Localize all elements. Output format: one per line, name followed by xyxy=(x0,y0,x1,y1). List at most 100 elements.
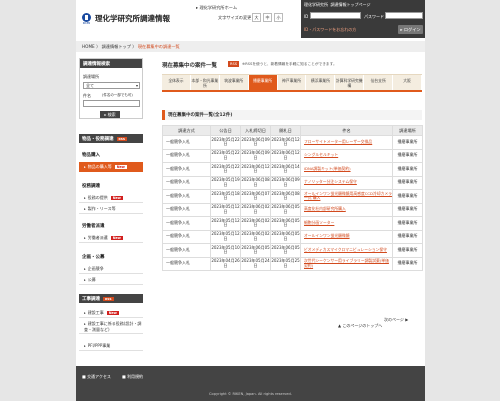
font-large-button[interactable]: 大 xyxy=(252,13,261,22)
cell-subject[interactable]: フローサイトメーター用レーザー交換品 xyxy=(300,135,393,150)
search-title: 調達情報検索 xyxy=(80,59,142,68)
sub-goods: 物品購入 xyxy=(82,153,100,158)
site-title[interactable]: 理化学研究所調達情報 xyxy=(95,13,170,24)
table-row: 一般競争入札 2023年05月12日 2023年06月02日 2023年06月05日高… xyxy=(162,202,423,217)
table-row: 一般競争入札 2023年05月18日 2023年06月07日 2023年06月08日オ… xyxy=(162,189,423,204)
table-row: 一般競争入札 2023年05月10日 2023年06月05日 2023年06月05日ビ… xyxy=(162,243,423,258)
breadcrumb-top[interactable]: 調達情報トップ xyxy=(102,44,131,49)
sidebar-item-competition[interactable]: ▸ 企画競争 xyxy=(79,264,143,274)
arrow-icon: ▸ xyxy=(84,207,86,211)
back-to-top-link[interactable]: ▲ このページのトップへ xyxy=(338,323,382,329)
tab-sendai[interactable]: 仙台支所 xyxy=(364,75,394,90)
cell-deadline: 2023年06月02日 xyxy=(240,229,271,244)
cell-opening-date: 2023年06月12日 xyxy=(270,135,301,150)
sidebar-item-public-offer[interactable]: ▸ 公募 xyxy=(79,275,143,285)
next-page-link[interactable]: 次のページ ▶ xyxy=(384,317,408,323)
sidebar-item-pfi-ppp[interactable]: ▸ PFI/PPP事業 xyxy=(79,341,143,351)
table-header-row: 調達方式 公告日 入札締切日 開札日 件名 調達場所 xyxy=(162,125,423,136)
font-size-label: 文字サイズの変更 xyxy=(218,15,252,20)
cell-method: 一般競争入札 xyxy=(162,229,211,244)
cell-method: 一般競争入札 xyxy=(162,243,211,258)
cell-subject[interactable]: ビオメディカスマイクロマニピュレーション保守 xyxy=(300,243,393,258)
breadcrumb: HOME 〉 調達情報トップ 〉 現在募集中の調達一覧 xyxy=(76,41,425,52)
breadcrumb-home[interactable]: HOME xyxy=(82,44,95,49)
riken-logo[interactable]: RIKEN xyxy=(82,13,91,25)
cell-notice-date: 2023年05月12日 xyxy=(210,229,241,244)
arrow-icon: ▸ xyxy=(84,165,86,169)
tab-tsukuba[interactable]: 筑波事業所 xyxy=(220,75,249,90)
cell-subject[interactable]: 高度化社内部研究所購入 xyxy=(300,202,393,217)
cell-subject[interactable]: 細胞分画ソーター xyxy=(300,216,393,231)
col-opening-date: 開札日 xyxy=(270,125,301,136)
col-deadline: 入札締切日 xyxy=(240,125,271,136)
cell-deadline: 2023年06月12日 xyxy=(240,162,271,177)
new-badge: New xyxy=(110,195,123,201)
cell-deadline: 2023年06月05日 xyxy=(240,243,271,258)
font-medium-button[interactable]: 中 xyxy=(263,13,272,22)
id-input[interactable] xyxy=(310,12,361,19)
font-small-button[interactable]: 小 xyxy=(274,13,283,22)
tab-wako[interactable]: 本部・和光事業所 xyxy=(191,75,220,90)
riken-home-link[interactable]: ▸ 理化学研究所ホーム xyxy=(196,5,237,11)
riken-link[interactable]: 理化学研究所 xyxy=(304,2,328,7)
cell-subject[interactable]: シングルセルキット xyxy=(300,148,393,163)
rss-button[interactable]: RSS xyxy=(228,61,240,67)
tab-aics[interactable]: 計算科学研究機構 xyxy=(335,75,365,90)
table-row: 一般競争入札 2023年05月12日 2023年06月02日 2023年06月05日オ… xyxy=(162,229,423,244)
page: RIKEN 理化学研究所調達情報 ▸ 理化学研究所ホーム 文字サイズの変更 大 … xyxy=(76,0,425,401)
cell-subject[interactable]: オールインワン蛍光顕微鏡 xyxy=(300,229,393,244)
sidebar-item-dispatch[interactable]: ▸ 労働者派遣 New xyxy=(79,233,143,243)
tab-harima[interactable]: 播磨事業所 xyxy=(248,75,278,90)
cell-location: 播磨事業所 xyxy=(392,148,423,163)
sidebar-item-construction-services[interactable]: ▸ 建設工事に係る役務(設計・調査・測量など) xyxy=(79,319,143,334)
cell-subject[interactable]: ナノリッター分注システム保守 xyxy=(300,175,393,190)
footer-access-link[interactable]: ■ 交通アクセス xyxy=(82,374,111,380)
cell-deadline: 2023年06月02日 xyxy=(240,202,271,217)
cell-notice-date: 2023年05月10日 xyxy=(210,243,241,258)
table-row: 一般競争入札 2023年04月26日 2023年05月24日 2023年05月25日次… xyxy=(162,256,423,271)
logo-text: RIKEN xyxy=(82,22,91,25)
rss-badge[interactable]: RSS xyxy=(116,136,127,141)
col-notice-date: 公告日 xyxy=(210,125,241,136)
cell-subject[interactable]: オールインワン蛍光顕微鏡用高感度CCD冷却カメラ一式 購入 xyxy=(300,189,393,204)
sub-services: 役務調達 xyxy=(82,184,100,189)
sidebar-item-construction[interactable]: ▸ 建設工事 New xyxy=(79,308,143,318)
table-row: 一般競争入札 2023年05月22日 2023年06月09日 2023年06月12日フ… xyxy=(162,135,423,150)
forgot-password-link[interactable]: ID・パスワードをお忘れの方 xyxy=(304,27,356,33)
tab-osaka[interactable]: 大阪 xyxy=(393,75,423,90)
cell-notice-date: 2023年05月12日 xyxy=(210,202,241,217)
cell-location: 播磨事業所 xyxy=(392,135,423,150)
construction-header: 工事調達 RSS xyxy=(79,294,143,303)
footer: ■ 交通アクセス ■ 利用規約 Copyright © RIKEN, Japan… xyxy=(76,366,425,401)
cell-method: 一般競争入札 xyxy=(162,148,211,163)
cell-method: 一般競争入札 xyxy=(162,189,211,204)
footer-terms-link[interactable]: ■ 利用規約 xyxy=(122,374,143,380)
cell-subject[interactable]: iDNA調製キット(単価契約) xyxy=(300,162,393,177)
cell-method: 一般競争入札 xyxy=(162,202,211,217)
cell-subject[interactable]: 次世代シーケンサー用ライブラリー調製試薬(単価契約) xyxy=(300,256,393,271)
sidebar-item-goods-purchase[interactable]: ▸ 物品の購入等 New xyxy=(79,162,143,172)
tab-kobe[interactable]: 神戸事業所 xyxy=(278,75,307,90)
name-input[interactable] xyxy=(83,100,140,107)
place-select[interactable]: 全て xyxy=(83,82,140,89)
tab-all[interactable]: 全体表示 xyxy=(162,75,191,90)
sidebar-item-manufacture-lease[interactable]: ▸ 製作・リース等 xyxy=(79,204,143,214)
cell-opening-date: 2023年06月09日 xyxy=(270,175,301,190)
rss-badge[interactable]: RSS xyxy=(103,296,114,301)
arrow-icon: ▸ xyxy=(84,322,86,326)
procurement-top-link[interactable]: 調達情報トップページ xyxy=(331,2,371,7)
password-input[interactable] xyxy=(385,12,423,19)
search-button[interactable]: ▸ 検索 xyxy=(100,111,120,118)
cell-method: 一般競争入札 xyxy=(162,135,211,150)
tab-yokohama[interactable]: 横浜事業所 xyxy=(306,75,336,90)
cell-location: 播磨事業所 xyxy=(392,229,423,244)
sidebar-item-services[interactable]: ▸ 役務の提供 New xyxy=(79,193,143,203)
cell-method: 一般競争入札 xyxy=(162,175,211,190)
cell-method: 一般競争入札 xyxy=(162,256,211,271)
name-label: 件名 xyxy=(83,93,91,98)
cell-notice-date: 2023年05月22日 xyxy=(210,148,241,163)
cell-opening-date: 2023年06月05日 xyxy=(270,229,301,244)
login-button[interactable]: ▸ ログイン xyxy=(398,25,423,34)
cell-location: 播磨事業所 xyxy=(392,243,423,258)
arrow-icon: ▸ xyxy=(84,311,86,315)
